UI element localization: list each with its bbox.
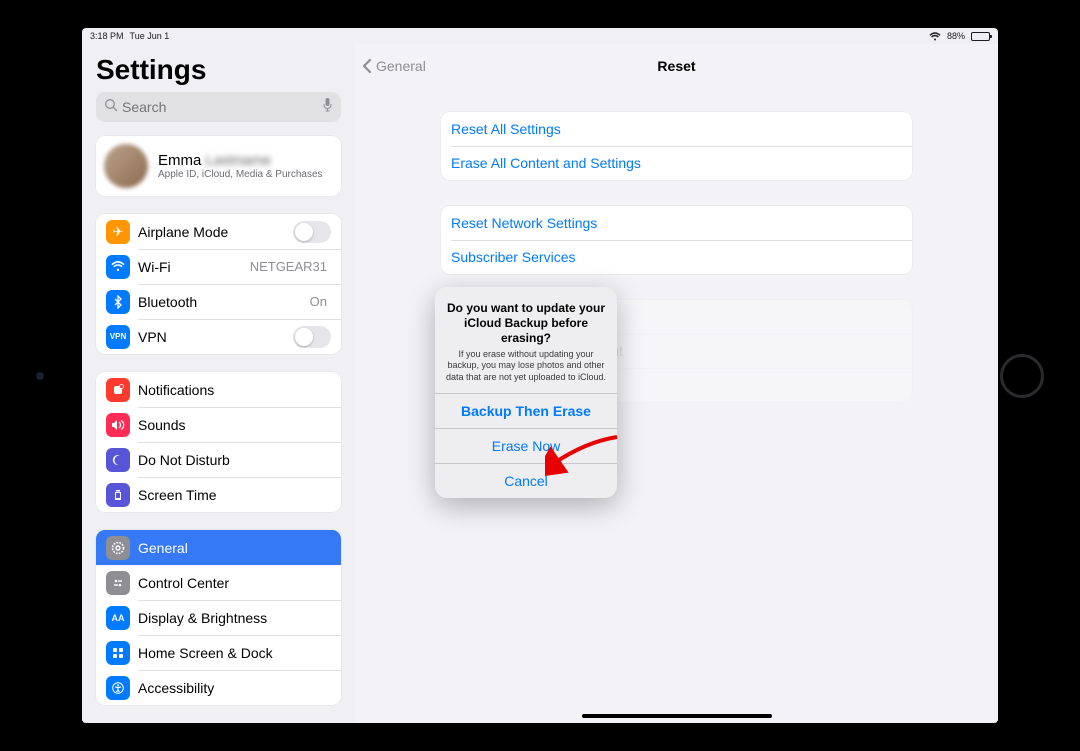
wifi-icon [929, 32, 941, 41]
detail-value: On [310, 294, 327, 309]
erase-now-button[interactable]: Erase Now [435, 428, 617, 463]
page-title: Settings [82, 44, 355, 92]
avatar [104, 144, 148, 188]
reset-group-1: Reset All Settings Erase All Content and… [441, 112, 912, 180]
sidebar-item-wifi[interactable]: Wi-Fi NETGEAR31 [96, 249, 341, 284]
sidebar-item-controlcenter[interactable]: Control Center [96, 565, 341, 600]
sidebar-item-vpn[interactable]: VPN VPN [96, 319, 341, 354]
reset-all-settings[interactable]: Reset All Settings [441, 112, 912, 146]
bluetooth-icon [106, 290, 130, 314]
vpn-toggle[interactable] [293, 326, 331, 348]
label: Home Screen & Dock [138, 645, 331, 661]
sidebar-item-accessibility[interactable]: Accessibility [96, 670, 341, 705]
home-indicator[interactable] [582, 714, 772, 718]
wifi-icon [106, 255, 130, 279]
search-bar[interactable] [96, 92, 341, 122]
detail-value: NETGEAR31 [250, 259, 327, 274]
cancel-button[interactable]: Cancel [435, 463, 617, 498]
notifications-icon [106, 378, 130, 402]
battery-percent: 88% [947, 31, 965, 41]
airplane-toggle[interactable] [293, 221, 331, 243]
sidebar-item-dnd[interactable]: Do Not Disturb [96, 442, 341, 477]
status-bar: 3:18 PM Tue Jun 1 88% [82, 28, 998, 44]
search-icon [104, 98, 118, 117]
label: Airplane Mode [138, 224, 293, 240]
sidebar-item-sounds[interactable]: Sounds [96, 407, 341, 442]
alert-subtitle: If you erase without updating your backu… [445, 349, 607, 383]
main-split: Settings EmmaLastname Apple ID, iCloud, … [82, 44, 998, 723]
gear-icon [106, 536, 130, 560]
backup-then-erase-button[interactable]: Backup Then Erase [435, 393, 617, 428]
display-icon: AA [106, 606, 130, 630]
nav-title: Reset [355, 58, 998, 74]
sidebar-item-general[interactable]: General [96, 530, 341, 565]
sidebar-group-connectivity: ✈︎ Airplane Mode Wi-Fi NETGEAR31 Bluetoo… [96, 214, 341, 354]
alert-dialog: Do you want to update your iCloud Backup… [435, 287, 617, 498]
profile-sub: Apple ID, iCloud, Media & Purchases [158, 169, 323, 180]
airplane-icon: ✈︎ [106, 220, 130, 244]
sidebar-item-homescreen[interactable]: Home Screen & Dock [96, 635, 341, 670]
profile-card[interactable]: EmmaLastname Apple ID, iCloud, Media & P… [96, 136, 341, 196]
nav-bar: General Reset [355, 44, 998, 88]
label: Control Center [138, 575, 331, 591]
screen: 3:18 PM Tue Jun 1 88% Settings [82, 28, 998, 723]
screentime-icon [106, 483, 130, 507]
front-camera [36, 372, 44, 380]
profile-name: Emma [158, 152, 201, 169]
label: Wi-Fi [138, 259, 250, 275]
label: Display & Brightness [138, 610, 331, 626]
label: Notifications [138, 382, 331, 398]
label: Accessibility [138, 680, 331, 696]
dnd-icon [106, 448, 130, 472]
battery-icon [971, 32, 990, 41]
content-pane: General Reset Reset All Settings Erase A… [355, 44, 998, 723]
label: Do Not Disturb [138, 452, 331, 468]
sidebar-group-alerts: Notifications Sounds Do Not Disturb Scre… [96, 372, 341, 512]
label: General [138, 540, 331, 556]
status-date: Tue Jun 1 [130, 31, 170, 41]
search-input[interactable] [122, 99, 318, 115]
reset-group-2: Reset Network Settings Subscriber Servic… [441, 206, 912, 274]
vpn-icon: VPN [106, 325, 130, 349]
status-time: 3:18 PM [90, 31, 124, 41]
sidebar-item-notifications[interactable]: Notifications [96, 372, 341, 407]
control-center-icon [106, 571, 130, 595]
label: VPN [138, 329, 293, 345]
sidebar-item-screentime[interactable]: Screen Time [96, 477, 341, 512]
sidebar: Settings EmmaLastname Apple ID, iCloud, … [82, 44, 355, 723]
sounds-icon [106, 413, 130, 437]
home-screen-icon [106, 641, 130, 665]
label: Bluetooth [138, 294, 310, 310]
ipad-frame: 3:18 PM Tue Jun 1 88% Settings [0, 0, 1080, 751]
label: Screen Time [138, 487, 331, 503]
sidebar-group-device: General Control Center AA Display & Brig… [96, 530, 341, 705]
sidebar-item-bluetooth[interactable]: Bluetooth On [96, 284, 341, 319]
mic-icon[interactable] [322, 97, 333, 118]
alert-title: Do you want to update your iCloud Backup… [445, 301, 607, 346]
sidebar-item-airplane[interactable]: ✈︎ Airplane Mode [96, 214, 341, 249]
subscriber-services[interactable]: Subscriber Services [441, 240, 912, 274]
reset-network[interactable]: Reset Network Settings [441, 206, 912, 240]
erase-all-content[interactable]: Erase All Content and Settings [441, 146, 912, 180]
profile-name-redacted: Lastname [205, 152, 271, 169]
accessibility-icon [106, 676, 130, 700]
sidebar-item-display[interactable]: AA Display & Brightness [96, 600, 341, 635]
label: Sounds [138, 417, 331, 433]
